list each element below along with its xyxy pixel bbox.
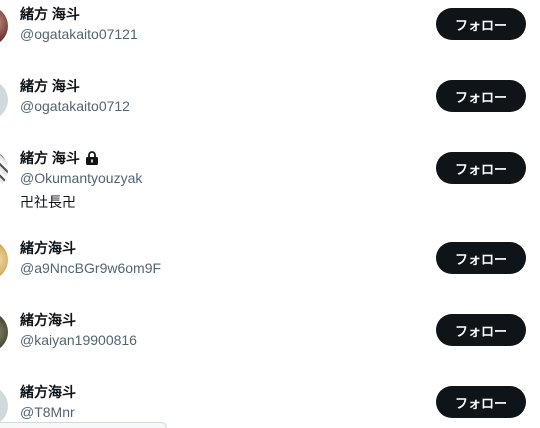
- lock-icon: [84, 151, 100, 165]
- user-display-name[interactable]: 緒方 海斗: [20, 149, 100, 167]
- user-display-name[interactable]: 緒方 海斗: [20, 5, 80, 23]
- follow-button[interactable]: フォロー: [436, 80, 526, 112]
- user-handle[interactable]: @ogatakaito0712: [20, 97, 130, 115]
- follow-button[interactable]: フォロー: [436, 314, 526, 346]
- user-avatar[interactable]: [0, 240, 8, 280]
- follow-button[interactable]: フォロー: [436, 8, 526, 40]
- user-display-name[interactable]: 緒方 海斗: [20, 77, 80, 95]
- user-handle[interactable]: @ogatakaito07121: [20, 25, 138, 43]
- user-avatar[interactable]: [0, 150, 8, 190]
- follow-button[interactable]: フォロー: [436, 386, 526, 418]
- user-bio: 卍社長卍: [20, 194, 76, 210]
- user-handle[interactable]: @Okumantyouzyak: [20, 169, 142, 187]
- user-handle[interactable]: @T8Mnr: [20, 403, 75, 421]
- user-avatar[interactable]: [0, 312, 8, 352]
- default-avatar[interactable]: [0, 80, 8, 120]
- follow-button[interactable]: フォロー: [436, 242, 526, 274]
- user-handle[interactable]: @a9NncBGr9w6om9F: [20, 259, 161, 277]
- user-avatar[interactable]: [0, 6, 8, 46]
- follow-button[interactable]: フォロー: [436, 152, 526, 184]
- user-display-name[interactable]: 緒方海斗: [20, 239, 76, 257]
- user-search-results-list: 緒方 海斗 @ogatakaito07121 フォロー 緒方 海斗 @ogata…: [0, 0, 540, 428]
- user-handle[interactable]: @kaiyan19900816: [20, 331, 137, 349]
- bottom-panel-edge: [0, 422, 167, 428]
- default-avatar[interactable]: [0, 386, 8, 426]
- user-display-name[interactable]: 緒方海斗: [20, 383, 76, 401]
- user-display-name[interactable]: 緒方海斗: [20, 311, 76, 329]
